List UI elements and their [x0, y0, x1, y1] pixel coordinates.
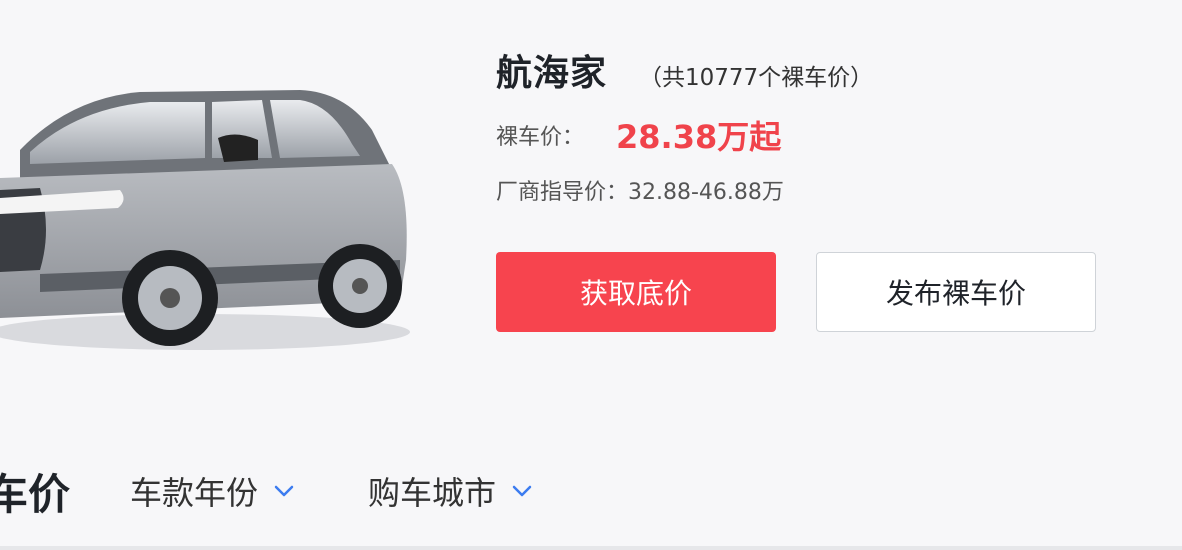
- car-image[interactable]: [0, 60, 420, 360]
- filter-purchase-city[interactable]: 购车城市: [368, 468, 532, 514]
- filter-model-year-label: 车款年份: [130, 474, 259, 512]
- bottom-divider: [0, 546, 1182, 550]
- post-bare-price-button[interactable]: 发布裸车价: [816, 252, 1096, 332]
- chevron-down-icon: [512, 485, 532, 497]
- bare-price-value: 28.38万起: [616, 118, 782, 156]
- section-title: 车价: [0, 469, 71, 519]
- guide-price-row: 厂商指导价： 32.88-46.88万: [496, 174, 784, 206]
- get-lowest-price-button[interactable]: 获取底价: [496, 252, 776, 332]
- bare-price-row: 裸车价： 28.38万起: [496, 112, 781, 158]
- filter-model-year[interactable]: 车款年份: [130, 468, 294, 514]
- car-name: 航海家: [496, 53, 608, 94]
- guide-price-value: 32.88-46.88万: [628, 180, 784, 205]
- guide-price-label: 厂商指导价：: [496, 180, 629, 205]
- filter-bar: 车价 车款年份 购车城市: [0, 456, 1182, 526]
- bare-price-label: 裸车价：: [496, 125, 585, 150]
- car-title-row: 航海家 （共10777个裸车价）: [496, 44, 873, 96]
- chevron-down-icon: [274, 485, 294, 497]
- price-count: （共10777个裸车价）: [639, 65, 874, 91]
- filter-purchase-city-label: 购车城市: [368, 474, 497, 512]
